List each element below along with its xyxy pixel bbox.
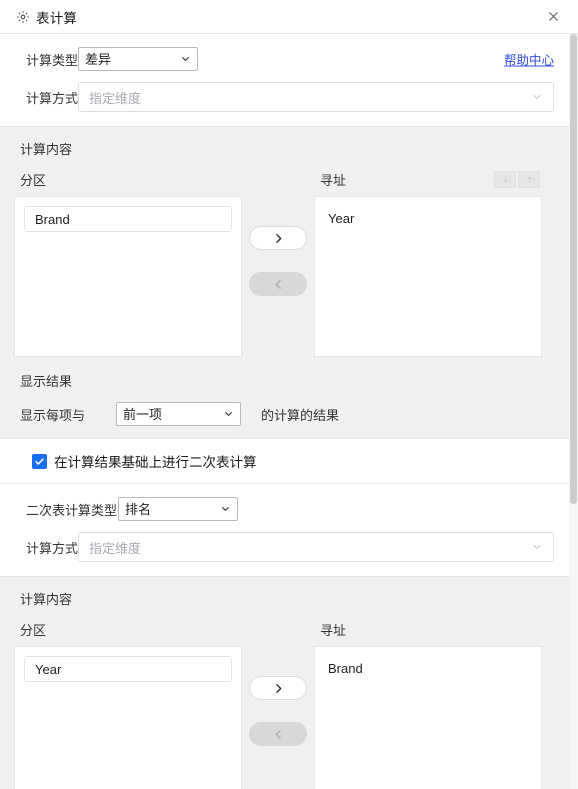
secondary-calc-checkbox[interactable] bbox=[32, 453, 47, 469]
list-item[interactable]: Year bbox=[24, 656, 232, 682]
secondary-partition-list[interactable]: Year bbox=[14, 646, 242, 789]
list-item[interactable]: Brand bbox=[24, 206, 232, 232]
secondary-calc-method-row: 计算方式 指定维度 bbox=[14, 532, 564, 562]
chevron-down-icon bbox=[531, 91, 543, 103]
primary-transfer-controls bbox=[242, 168, 314, 296]
secondary-calc-method-label: 计算方式 bbox=[26, 540, 79, 556]
secondary-addressing-list[interactable]: Brand bbox=[314, 646, 542, 789]
check-icon bbox=[35, 457, 44, 465]
move-right-button[interactable] bbox=[249, 226, 307, 250]
secondary-form-area: 二次表计算类型 排名 计算方式 指定维度 bbox=[0, 484, 578, 576]
list-item[interactable]: Year bbox=[324, 206, 532, 231]
secondary-calc-method-select[interactable]: 指定维度 bbox=[78, 532, 554, 562]
primary-calc-method-select[interactable]: 指定维度 bbox=[78, 82, 554, 112]
primary-result-select-wrap: 前一项 bbox=[116, 402, 241, 426]
primary-calc-type-label: 计算类型 bbox=[26, 52, 79, 68]
secondary-calc-type-label: 二次表计算类型 bbox=[26, 502, 118, 518]
secondary-partition-head: 分区 bbox=[14, 618, 242, 640]
primary-calc-method-label: 计算方式 bbox=[26, 90, 79, 106]
primary-result-select[interactable]: 前一项 bbox=[116, 402, 241, 426]
primary-calc-method-placeholder: 指定维度 bbox=[89, 90, 142, 106]
primary-addressing-column: 寻址 Year bbox=[314, 168, 542, 357]
secondary-addressing-head: 寻址 bbox=[314, 618, 542, 640]
primary-partition-list[interactable]: Brand bbox=[14, 196, 242, 357]
secondary-content-title: 计算内容 bbox=[20, 592, 73, 607]
help-center-link[interactable]: 帮助中心 bbox=[504, 50, 554, 69]
close-button[interactable] bbox=[542, 6, 564, 28]
primary-calc-method-row: 计算方式 指定维度 bbox=[14, 82, 564, 112]
vertical-scrollbar-thumb[interactable] bbox=[570, 34, 577, 504]
primary-partition-head: 分区 bbox=[14, 168, 242, 190]
page-title: 表计算 bbox=[36, 10, 78, 26]
secondary-calc-checkbox-label: 在计算结果基础上进行二次表计算 bbox=[54, 455, 257, 470]
gear-icon bbox=[16, 10, 30, 24]
primary-calc-type-select-wrap: 差异 bbox=[78, 47, 198, 71]
list-item[interactable]: Brand bbox=[324, 656, 532, 681]
chevron-down-icon bbox=[531, 541, 543, 553]
primary-result-suffix: 的计算的结果 bbox=[261, 407, 340, 423]
vertical-scrollbar-track[interactable] bbox=[569, 34, 578, 789]
arrow-down-icon[interactable] bbox=[494, 170, 516, 188]
primary-panes: 分区 Brand 寻址 Year bbox=[14, 168, 564, 357]
secondary-panes: 分区 Year 寻址 Brand bbox=[14, 618, 564, 789]
primary-addressing-label: 寻址 bbox=[320, 172, 347, 188]
primary-content-section: 计算内容 分区 Brand 寻址 Year 显示结果 显示每项与 前一项 的计算… bbox=[0, 126, 578, 439]
secondary-calc-type-select[interactable]: 排名 bbox=[118, 497, 238, 521]
primary-partition-column: 分区 Brand bbox=[14, 168, 242, 357]
dialog-titlebar: 表计算 bbox=[0, 0, 578, 34]
primary-form-area: 计算类型 差异 帮助中心 计算方式 指定维度 bbox=[0, 34, 578, 126]
secondary-partition-label: 分区 bbox=[20, 622, 47, 638]
secondary-calc-method-placeholder: 指定维度 bbox=[89, 540, 142, 556]
secondary-calc-type-select-wrap: 排名 bbox=[118, 497, 238, 521]
primary-result-title: 显示结果 bbox=[20, 374, 73, 389]
secondary-toggle-band: 在计算结果基础上进行二次表计算 bbox=[0, 439, 578, 484]
primary-addressing-head: 寻址 bbox=[314, 168, 542, 190]
primary-result-row: 显示每项与 前一项 的计算的结果 bbox=[14, 400, 564, 428]
secondary-addressing-label: 寻址 bbox=[320, 622, 347, 638]
primary-addressing-list[interactable]: Year bbox=[314, 196, 542, 357]
secondary-transfer-controls bbox=[242, 618, 314, 746]
primary-partition-label: 分区 bbox=[20, 172, 47, 188]
arrow-up-icon[interactable] bbox=[518, 170, 540, 188]
move-left-button[interactable] bbox=[249, 722, 307, 746]
secondary-calc-type-row: 二次表计算类型 排名 bbox=[14, 494, 564, 524]
secondary-partition-column: 分区 Year bbox=[14, 618, 242, 789]
move-left-button[interactable] bbox=[249, 272, 307, 296]
primary-sort-buttons bbox=[494, 170, 542, 188]
primary-result-prefix: 显示每项与 bbox=[20, 407, 86, 423]
secondary-calc-checkbox-row[interactable]: 在计算结果基础上进行二次表计算 bbox=[14, 451, 257, 471]
table-calculation-dialog: 表计算 计算类型 差异 帮助中心 计算方式 指定维度 计算内容 分区 Brand… bbox=[0, 0, 578, 789]
dialog-title-group: 表计算 bbox=[16, 7, 77, 27]
primary-calc-type-select[interactable]: 差异 bbox=[78, 47, 198, 71]
primary-calc-type-row: 计算类型 差异 帮助中心 bbox=[14, 44, 564, 74]
move-right-button[interactable] bbox=[249, 676, 307, 700]
secondary-addressing-column: 寻址 Brand bbox=[314, 618, 542, 789]
primary-content-title: 计算内容 bbox=[20, 142, 73, 157]
dialog-body: 计算类型 差异 帮助中心 计算方式 指定维度 计算内容 分区 Brand 寻址 … bbox=[0, 34, 578, 789]
secondary-content-section: 计算内容 分区 Year 寻址 Brand bbox=[0, 576, 578, 789]
